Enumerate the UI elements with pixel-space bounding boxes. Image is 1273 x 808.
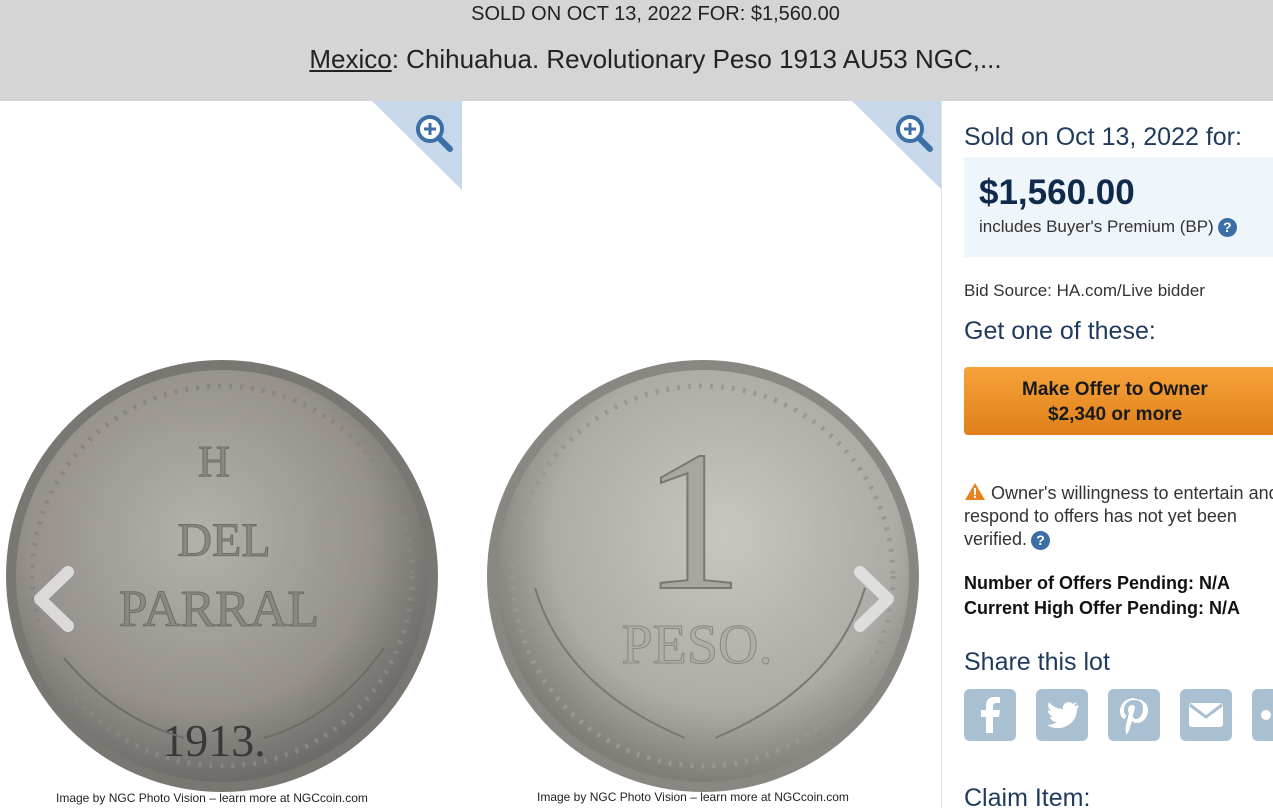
facebook-share-button[interactable]	[964, 689, 1016, 741]
make-offer-amount: $2,340 or more	[1048, 404, 1183, 425]
claim-item-heading: Claim Item:	[964, 784, 1091, 808]
more-icon	[1261, 710, 1271, 720]
image-credit-caption: Image by NGC Photo Vision – learn more a…	[56, 791, 368, 805]
sold-summary: SOLD ON OCT 13, 2022 FOR: $1,560.00	[471, 3, 840, 25]
coin-legend: DEL	[177, 514, 270, 567]
sale-price: $1,560.00	[979, 173, 1135, 212]
pinterest-icon	[1120, 698, 1148, 734]
get-one-heading: Get one of these:	[964, 317, 1156, 345]
make-offer-label: Make Offer to Owner	[1022, 379, 1208, 400]
chevron-left-icon[interactable]	[28, 566, 76, 632]
bid-source: Bid Source: HA.com/Live bidder	[964, 281, 1205, 300]
make-offer-button[interactable]: Make Offer to Owner $2,340 or more	[964, 367, 1273, 435]
price-box: $1,560.00 includes Buyer's Premium (BP)?	[964, 157, 1273, 257]
chevron-right-icon[interactable]	[852, 566, 900, 632]
lot-title: Mexico: Chihuahua. Revolutionary Peso 19…	[0, 44, 1273, 75]
zoom-in-icon[interactable]	[894, 113, 934, 153]
more-share-button[interactable]	[1252, 689, 1273, 741]
offer-warning: Owner's willingness to entertain and res…	[964, 482, 1273, 551]
twitter-icon	[1047, 702, 1079, 729]
coin-date: 1913.	[162, 715, 266, 766]
email-icon	[1189, 703, 1223, 727]
twitter-share-button[interactable]	[1036, 689, 1088, 741]
email-share-button[interactable]	[1180, 689, 1232, 741]
category-link[interactable]: Mexico	[309, 44, 391, 74]
offers-pending: Number of Offers Pending: N/A	[964, 573, 1231, 593]
lot-title-text: : Chihuahua. Revolutionary Peso 1913 AU5…	[391, 44, 1002, 74]
help-icon[interactable]: ?	[1031, 530, 1051, 550]
high-offer-pending: Current High Offer Pending: N/A	[964, 598, 1240, 618]
warning-icon	[965, 483, 985, 500]
offer-stats: Number of Offers Pending: N/A Current Hi…	[964, 571, 1240, 621]
bp-label: includes Buyer's Premium (BP)	[979, 217, 1214, 236]
facebook-icon	[981, 697, 1000, 733]
share-heading: Share this lot	[964, 648, 1110, 676]
zoom-in-icon[interactable]	[414, 113, 454, 153]
image-gallery: H DEL PARRAL 1913. 1 PESO. Image by NGC …	[0, 101, 942, 808]
coin-legend: PARRAL	[119, 581, 319, 638]
image-credit-caption: Image by NGC Photo Vision – learn more a…	[537, 790, 849, 804]
warning-text: Owner's willingness to entertain and res…	[964, 483, 1273, 549]
sold-on-heading: Sold on Oct 13, 2022 for:	[964, 123, 1242, 151]
pinterest-share-button[interactable]	[1108, 689, 1160, 741]
page-header: SOLD ON OCT 13, 2022 FOR: $1,560.00 Mexi…	[0, 0, 1273, 101]
coin-denomination: 1	[643, 411, 743, 632]
coin-legend: PESO.	[622, 614, 773, 676]
buyers-premium-note: includes Buyer's Premium (BP)?	[979, 217, 1237, 238]
help-icon[interactable]: ?	[1217, 218, 1237, 238]
sale-sidebar: Sold on Oct 13, 2022 for: $1,560.00 incl…	[941, 101, 1273, 808]
coin-legend: H	[198, 437, 230, 486]
